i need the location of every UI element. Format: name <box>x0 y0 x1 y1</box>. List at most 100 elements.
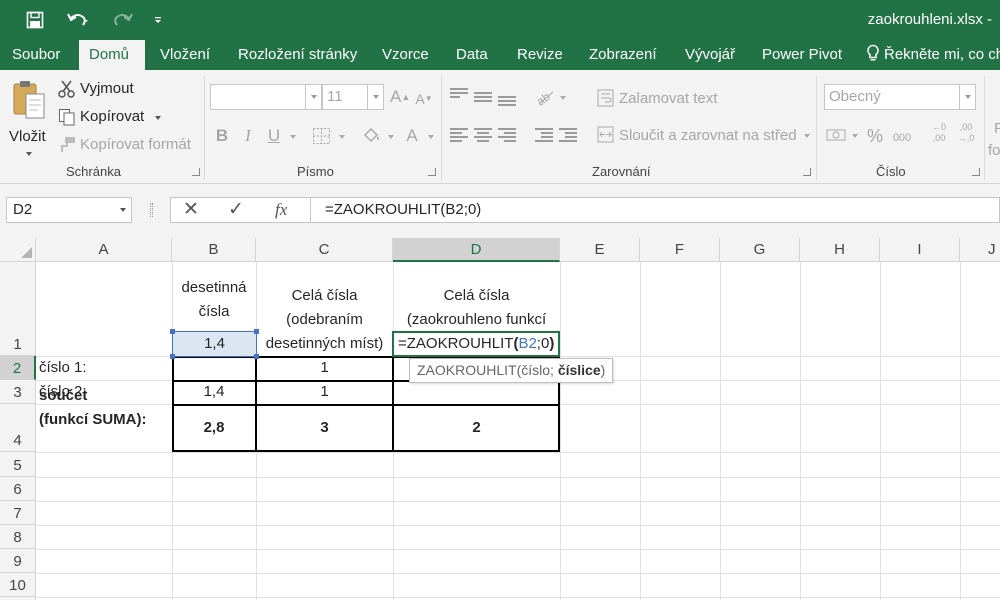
enter-button[interactable]: ✓ <box>228 198 244 222</box>
cancel-button[interactable]: ✕ <box>183 198 199 222</box>
borders-dropdown-icon[interactable] <box>339 135 345 139</box>
font-size-box[interactable]: 11 <box>322 84 384 110</box>
percent-button[interactable]: % <box>865 126 885 146</box>
increase-indent-icon[interactable] <box>559 128 577 142</box>
tab-zobrazeni[interactable]: Zobrazení <box>579 40 667 70</box>
align-right-icon[interactable] <box>498 128 516 142</box>
number-format-box[interactable]: Obecný <box>824 84 976 110</box>
row-header-3[interactable]: 3 <box>0 380 36 404</box>
format-painter-button[interactable]: Kopírovat formát <box>58 134 208 156</box>
cell-b4[interactable]: 2,8 <box>172 404 256 452</box>
tab-rozlozeni-stranky[interactable]: Rozložení stránky <box>228 40 367 70</box>
column-header-e[interactable]: E <box>560 238 640 262</box>
tab-data[interactable]: Data <box>446 40 498 70</box>
undo-button[interactable] <box>60 8 96 32</box>
alignment-launcher-icon[interactable] <box>803 168 811 176</box>
number-launcher-icon[interactable] <box>972 168 980 176</box>
cell-c1[interactable]: Celá čísla (odebraním desetinných míst) <box>256 262 393 356</box>
currency-icon[interactable] <box>826 126 848 144</box>
fill-color-dropdown-icon[interactable] <box>388 135 394 139</box>
underline-dropdown-icon[interactable] <box>290 135 296 139</box>
font-color-dropdown-icon[interactable] <box>428 135 434 139</box>
cell-c2[interactable]: 1 <box>256 356 393 380</box>
column-header-b[interactable]: B <box>172 238 256 262</box>
decrease-decimal-icon[interactable]: ,00 →,0 <box>955 122 977 144</box>
copy-button[interactable]: Kopírovat <box>58 106 168 128</box>
range-handle[interactable] <box>170 329 175 334</box>
shrink-font-icon[interactable]: A▼ <box>414 89 434 109</box>
paste-button[interactable]: Vložit <box>6 76 52 160</box>
wrap-text-button[interactable]: Zalamovat text <box>619 90 717 107</box>
align-center-icon[interactable] <box>474 128 492 142</box>
cell-c3[interactable]: 1 <box>256 380 393 404</box>
cell-d4[interactable]: 2 <box>393 404 560 452</box>
thousands-button[interactable]: 000 <box>890 128 914 148</box>
row-header-9[interactable]: 9 <box>0 549 36 573</box>
orientation-icon[interactable]: ab <box>535 88 557 106</box>
cell-b1[interactable]: desetinná čísla <box>172 262 256 324</box>
styles-partial-label-1[interactable]: P <box>994 120 1000 137</box>
align-left-icon[interactable] <box>450 128 468 142</box>
column-header-d[interactable]: D <box>393 238 560 262</box>
fill-color-icon[interactable] <box>362 127 382 145</box>
tab-soubor[interactable]: Soubor <box>2 40 70 70</box>
customize-quick-access-button[interactable] <box>150 8 166 32</box>
font-name-box[interactable] <box>210 84 322 110</box>
row-header-2[interactable]: 2 <box>0 356 36 380</box>
row-header-4[interactable]: 4 <box>0 404 36 452</box>
select-all-button[interactable] <box>0 238 36 262</box>
row-header-8[interactable]: 8 <box>0 525 36 549</box>
insert-function-button[interactable]: fx <box>275 198 287 222</box>
redo-button[interactable] <box>104 8 140 32</box>
column-header-g[interactable]: G <box>720 238 800 262</box>
merge-center-button[interactable]: Sloučit a zarovnat na střed <box>619 127 797 144</box>
name-box[interactable]: D2 <box>6 197 132 223</box>
styles-partial-label-2[interactable]: fo <box>988 142 1000 159</box>
clipboard-launcher-icon[interactable] <box>192 168 200 176</box>
cell-a4[interactable]: součet (funkcí SUMA): <box>39 384 147 432</box>
cell-d2-editor[interactable]: =ZAOKROUHLIT(B2;0) <box>392 331 560 357</box>
cell-c4[interactable]: 3 <box>256 404 393 452</box>
decrease-indent-icon[interactable] <box>535 128 553 142</box>
font-color-icon[interactable]: A <box>402 126 422 146</box>
tell-me-box[interactable]: Řekněte mi, co ch <box>866 40 1000 70</box>
tab-vlozeni[interactable]: Vložení <box>150 40 220 70</box>
formula-input[interactable]: =ZAOKROUHLIT(B2;0) <box>310 197 1000 223</box>
row-header-5[interactable]: 5 <box>0 452 36 477</box>
range-handle[interactable] <box>170 354 175 359</box>
row-header-1[interactable]: 1 <box>0 262 36 356</box>
row-header-10[interactable]: 10 <box>0 573 36 597</box>
tab-revize[interactable]: Revize <box>507 40 573 70</box>
font-launcher-icon[interactable] <box>428 168 436 176</box>
orientation-dropdown-icon[interactable] <box>560 96 566 100</box>
cell-b3[interactable]: 1,4 <box>172 380 256 404</box>
tab-vzorce[interactable]: Vzorce <box>372 40 439 70</box>
borders-icon[interactable] <box>312 127 332 145</box>
tooltip-function[interactable]: ZAOKROUHLIT( <box>417 362 521 378</box>
underline-button[interactable]: U <box>264 126 284 146</box>
align-bottom-icon[interactable] <box>498 96 516 110</box>
cell-b2[interactable]: 1,4 <box>172 331 257 357</box>
tab-domu[interactable]: Domů <box>79 40 145 70</box>
save-button[interactable] <box>22 8 48 32</box>
increase-decimal-icon[interactable]: ←0,00 <box>928 122 950 144</box>
cell-a2[interactable]: číslo 1: <box>39 356 87 380</box>
italic-button[interactable]: I <box>238 126 258 146</box>
cut-button[interactable]: Vyjmout <box>58 78 158 100</box>
bold-button[interactable]: B <box>212 126 232 146</box>
column-header-j[interactable]: J <box>960 238 1000 262</box>
column-header-c[interactable]: C <box>256 238 393 262</box>
row-header-6[interactable]: 6 <box>0 477 36 501</box>
range-handle[interactable] <box>254 329 259 334</box>
column-header-i[interactable]: I <box>880 238 960 262</box>
range-handle[interactable] <box>254 354 259 359</box>
currency-dropdown-icon[interactable] <box>852 134 858 138</box>
align-top-icon[interactable] <box>450 88 468 102</box>
column-header-h[interactable]: H <box>800 238 880 262</box>
column-header-f[interactable]: F <box>640 238 720 262</box>
column-header-a[interactable]: A <box>36 238 172 262</box>
align-middle-icon[interactable] <box>474 92 492 106</box>
tab-power-pivot[interactable]: Power Pivot <box>752 40 852 70</box>
grow-font-icon[interactable]: A▲ <box>390 87 410 107</box>
merge-center-dropdown-icon[interactable] <box>804 134 810 138</box>
